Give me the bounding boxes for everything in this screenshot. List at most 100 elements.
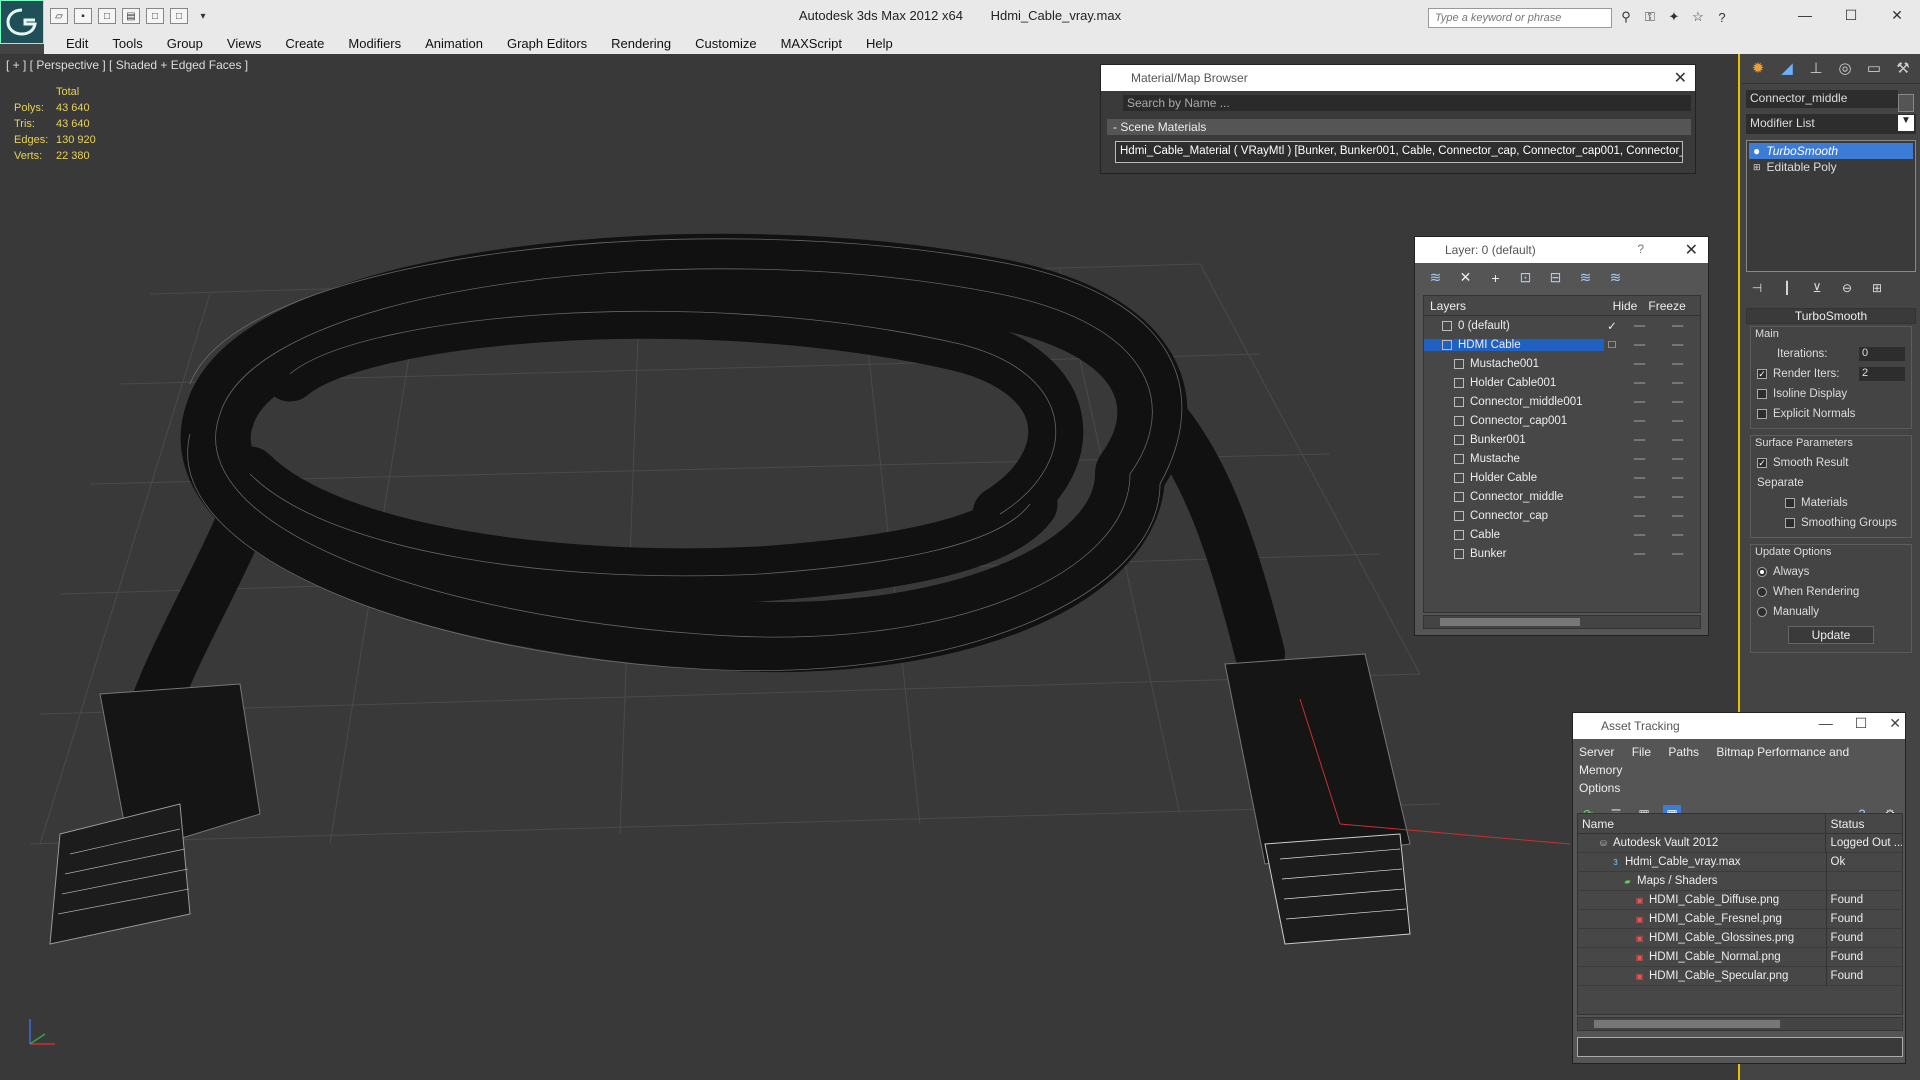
smooth-result-checkbox[interactable]: ✓ <box>1757 458 1767 468</box>
create-tab-icon[interactable]: ✹ <box>1748 58 1768 78</box>
layer-name-cell[interactable]: HDMI Cable <box>1424 338 1604 351</box>
layer-row[interactable]: Connector_middle001 ---- ---- <box>1424 392 1700 411</box>
asset-path-field[interactable] <box>1577 1037 1903 1057</box>
layer-row[interactable]: Connector_cap ---- ---- <box>1424 506 1700 525</box>
asset-name-cell[interactable]: ▣ HDMI_Cable_Glossines.png <box>1578 928 1827 948</box>
layer-row[interactable]: Mustache ---- ---- <box>1424 449 1700 468</box>
layer-row[interactable]: Holder Cable001 ---- ---- <box>1424 373 1700 392</box>
freeze-toggle[interactable]: ---- <box>1658 472 1696 484</box>
layer-name-cell[interactable]: Connector_cap <box>1424 510 1604 522</box>
close-icon[interactable]: ✕ <box>1685 240 1698 260</box>
menu-tools[interactable]: Tools <box>100 36 154 51</box>
remove-modifier-icon[interactable]: ⊖ <box>1838 280 1856 296</box>
asset-name-cell[interactable]: ▣ HDMI_Cable_Diffuse.png <box>1578 890 1827 910</box>
isoline-checkbox[interactable] <box>1757 389 1767 399</box>
help-icon[interactable]: ? <box>1637 242 1644 256</box>
horizontal-scrollbar[interactable] <box>1423 615 1701 629</box>
smoothing-groups-checkbox[interactable] <box>1785 518 1795 528</box>
material-browser-titlebar[interactable]: Material/Map Browser ✕ <box>1101 65 1695 91</box>
freeze-toggle[interactable]: ---- <box>1658 358 1696 370</box>
layer-row[interactable]: Holder Cable ---- ---- <box>1424 468 1700 487</box>
set-current-layer-icon[interactable]: ≋ <box>1577 269 1594 286</box>
manually-radio[interactable] <box>1757 607 1767 617</box>
layer-name-cell[interactable]: Connector_middle <box>1424 491 1604 503</box>
hide-toggle[interactable]: ---- <box>1620 453 1658 465</box>
asset-name-cell[interactable]: 3 Hdmi_Cable_vray.max <box>1578 852 1827 872</box>
select-objects-icon[interactable]: ⊡ <box>1517 269 1534 286</box>
materials-checkbox[interactable] <box>1785 498 1795 508</box>
modifier-list-dropdown[interactable]: Modifier List ▼ <box>1746 114 1916 134</box>
binoculars-icon[interactable]: ⚲ <box>1618 9 1634 25</box>
chevron-down-icon[interactable]: ▼ <box>1898 115 1914 131</box>
layer-row[interactable]: 0 (default) ✓ ---- ---- <box>1424 316 1700 335</box>
hide-all-icon[interactable]: ≋ <box>1607 269 1624 286</box>
menu-create[interactable]: Create <box>273 36 336 51</box>
horizontal-scrollbar[interactable] <box>1577 1017 1903 1031</box>
update-button[interactable]: Update <box>1788 626 1874 644</box>
hierarchy-tab-icon[interactable]: ⊥ <box>1806 58 1826 78</box>
column-name[interactable]: Name <box>1578 814 1827 833</box>
asset-dialog-titlebar[interactable]: Asset Tracking — ☐ ✕ <box>1573 713 1905 739</box>
layer-current-cell[interactable]: □ <box>1604 339 1620 351</box>
menu-edit[interactable]: Edit <box>54 36 100 51</box>
display-tab-icon[interactable]: ▭ <box>1864 58 1884 78</box>
utilities-tab-icon[interactable]: ⚒ <box>1893 58 1913 78</box>
freeze-toggle[interactable]: ---- <box>1658 377 1696 389</box>
freeze-toggle[interactable]: ---- <box>1658 339 1696 351</box>
freeze-toggle[interactable]: ---- <box>1658 396 1696 408</box>
layer-name-cell[interactable]: Connector_cap001 <box>1424 415 1604 427</box>
add-to-layer-icon[interactable]: + <box>1487 269 1504 286</box>
subscription-icon[interactable]: ⚿ <box>1642 9 1658 25</box>
asset-row[interactable]: 3 Hdmi_Cable_vray.max Ok <box>1578 852 1902 872</box>
search-input[interactable]: Type a keyword or phrase <box>1428 8 1612 28</box>
layer-name-cell[interactable]: Bunker001 <box>1424 434 1604 446</box>
asset-row[interactable]: ⛁ Autodesk Vault 2012 Logged Out ... <box>1578 833 1902 853</box>
motion-tab-icon[interactable]: ◎ <box>1835 58 1855 78</box>
asset-menu-server[interactable]: Server <box>1579 745 1614 759</box>
asset-name-cell[interactable]: ▰ Maps / Shaders <box>1578 871 1827 891</box>
layer-name-cell[interactable]: Mustache001 <box>1424 358 1604 370</box>
scene-materials-group[interactable]: - Scene Materials <box>1107 119 1691 135</box>
close-icon[interactable]: ✕ <box>1874 0 1920 30</box>
menu-maxscript[interactable]: MAXScript <box>769 36 854 51</box>
create-layer-icon[interactable]: ≋ <box>1427 269 1444 286</box>
asset-menu-options[interactable]: Options <box>1579 781 1620 795</box>
layer-row[interactable]: Connector_middle ---- ---- <box>1424 487 1700 506</box>
minimize-icon[interactable]: — <box>1819 715 1833 732</box>
hide-toggle[interactable]: ---- <box>1620 510 1658 522</box>
current-layer-check-icon[interactable]: ✓ <box>1604 319 1620 333</box>
freeze-toggle[interactable]: ---- <box>1658 320 1696 332</box>
layer-row[interactable]: Connector_cap001 ---- ---- <box>1424 411 1700 430</box>
asset-row[interactable]: ▣ HDMI_Cable_Glossines.png Found <box>1578 928 1902 948</box>
stack-item-turbosmooth[interactable]: ● TurboSmooth <box>1749 143 1913 159</box>
hide-toggle[interactable]: ---- <box>1620 396 1658 408</box>
layer-row[interactable]: Bunker001 ---- ---- <box>1424 430 1700 449</box>
asset-row[interactable]: ▣ HDMI_Cable_Normal.png Found <box>1578 947 1902 967</box>
menu-help[interactable]: Help <box>854 36 905 51</box>
hide-toggle[interactable]: ---- <box>1620 415 1658 427</box>
material-entry[interactable]: Hdmi_Cable_Material ( VRayMtl ) [Bunker,… <box>1115 141 1683 163</box>
freeze-toggle[interactable]: ---- <box>1658 510 1696 522</box>
freeze-toggle[interactable]: ---- <box>1658 453 1696 465</box>
object-name-field[interactable]: Connector_middle <box>1746 90 1898 108</box>
layer-name-cell[interactable]: Holder Cable <box>1424 472 1604 484</box>
freeze-toggle[interactable]: ---- <box>1658 548 1696 560</box>
iterations-spinner[interactable]: 0 <box>1859 347 1905 361</box>
maximize-icon[interactable]: ☐ <box>1828 0 1874 30</box>
minimize-icon[interactable]: — <box>1782 0 1828 30</box>
layer-row[interactable]: Cable ---- ---- <box>1424 525 1700 544</box>
hide-toggle[interactable]: ---- <box>1620 339 1658 351</box>
menu-group[interactable]: Group <box>155 36 215 51</box>
hide-toggle[interactable]: ---- <box>1620 434 1658 446</box>
asset-menu-paths[interactable]: Paths <box>1668 745 1699 759</box>
asset-row[interactable]: ▣ HDMI_Cable_Fresnel.png Found <box>1578 909 1902 929</box>
layer-name-cell[interactable]: Connector_middle001 <box>1424 396 1604 408</box>
hide-toggle[interactable]: ---- <box>1620 472 1658 484</box>
lightbulb-icon[interactable]: ● <box>1753 144 1760 158</box>
layer-name-cell[interactable]: 0 (default) <box>1424 320 1604 332</box>
asset-menu-bitmap-performance[interactable]: Bitmap Performance and Memory <box>1579 745 1849 777</box>
viewport-label[interactable]: [ + ] [ Perspective ] [ Shaded + Edged F… <box>6 58 248 72</box>
asset-row[interactable]: ▣ HDMI_Cable_Specular.png Found <box>1578 966 1902 986</box>
show-end-result-icon[interactable]: ┃ <box>1778 280 1796 296</box>
hide-toggle[interactable]: ---- <box>1620 320 1658 332</box>
